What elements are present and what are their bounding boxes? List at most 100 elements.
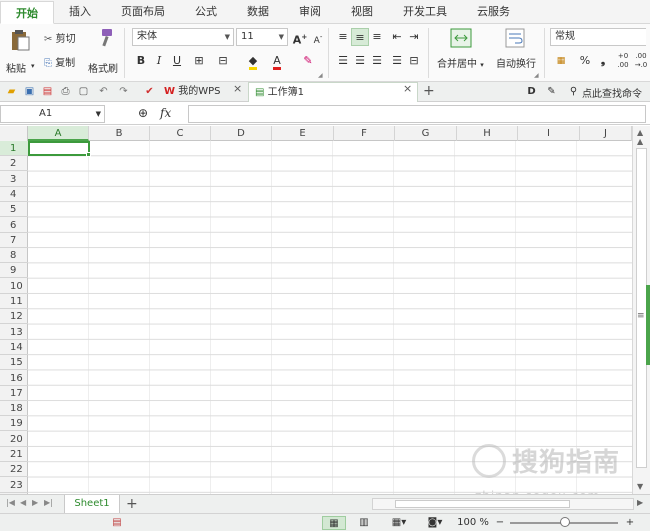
row-header[interactable]: 22: [0, 462, 28, 478]
scroll-down-icon[interactable]: ▼: [637, 482, 643, 491]
row-header[interactable]: 1: [0, 141, 28, 156]
row-header[interactable]: 23: [0, 478, 28, 493]
insert-function-button[interactable]: fx: [160, 106, 171, 120]
row-header[interactable]: 13: [0, 325, 28, 340]
row-header[interactable]: 16: [0, 371, 28, 386]
decrease-decimal-button[interactable]: .00 →.0: [632, 52, 650, 70]
tab-page-layout[interactable]: 页面布局: [106, 0, 180, 23]
tab-developer[interactable]: 开发工具: [388, 0, 462, 23]
column-header[interactable]: B: [89, 126, 150, 141]
column-header[interactable]: H: [457, 126, 518, 141]
row-header[interactable]: 4: [0, 187, 28, 202]
reading-mode-button[interactable]: ◙▾: [422, 516, 448, 530]
number-format-select[interactable]: 常规: [550, 28, 646, 46]
new-tab-button[interactable]: +: [423, 82, 435, 100]
sheet-tab-sheet1[interactable]: Sheet1: [64, 495, 120, 514]
print-preview-icon[interactable]: ▢: [76, 84, 91, 99]
prev-sheet-icon[interactable]: ◀: [20, 498, 26, 507]
tab-insert[interactable]: 插入: [54, 0, 106, 23]
decrease-indent-button[interactable]: ⇤: [388, 28, 406, 46]
fill-color-button[interactable]: ◆: [244, 52, 262, 70]
tab-workbook1[interactable]: ▤ 工作簿1: [248, 82, 418, 102]
underline-button[interactable]: U: [168, 52, 186, 70]
row-header[interactable]: 15: [0, 355, 28, 371]
row-header[interactable]: 18: [0, 401, 28, 417]
macro-record-icon[interactable]: ▤: [110, 516, 124, 530]
pin-icon[interactable]: ✔: [142, 84, 157, 99]
increase-decimal-button[interactable]: +0 .00: [614, 52, 632, 70]
percent-button[interactable]: %: [576, 52, 594, 70]
align-middle-button[interactable]: ≡: [351, 28, 369, 46]
row-header[interactable]: 9: [0, 263, 28, 279]
side-panel-handle[interactable]: [646, 285, 650, 365]
grow-font-button[interactable]: A+: [291, 28, 309, 47]
align-right-button[interactable]: ☰: [368, 52, 386, 70]
column-header[interactable]: A: [28, 126, 89, 141]
column-header[interactable]: E: [272, 126, 334, 141]
row-header[interactable]: 19: [0, 416, 28, 432]
print-icon[interactable]: ⎙: [58, 84, 73, 99]
zoom-in-button[interactable]: +: [624, 516, 636, 530]
last-sheet-icon[interactable]: ▶|: [44, 498, 53, 507]
bold-button[interactable]: B: [132, 52, 150, 70]
column-header[interactable]: G: [395, 126, 457, 141]
row-header[interactable]: 2: [0, 156, 28, 172]
column-header[interactable]: D: [211, 126, 272, 141]
distributed-button[interactable]: ⊟: [405, 52, 423, 70]
active-cell-a1[interactable]: [28, 141, 90, 156]
toolbar-toggle-icon[interactable]: ✎: [544, 84, 559, 99]
tab-review[interactable]: 审阅: [284, 0, 336, 23]
clear-format-button[interactable]: ✎: [299, 52, 317, 70]
row-header[interactable]: 20: [0, 432, 28, 447]
column-header[interactable]: J: [580, 126, 632, 141]
row-header[interactable]: 3: [0, 172, 28, 187]
scrollbar-thumb[interactable]: [395, 500, 570, 508]
normal-view-button[interactable]: ▦: [322, 516, 346, 530]
tab-data[interactable]: 数据: [232, 0, 284, 23]
paste-dropdown-icon[interactable]: ▾: [31, 62, 35, 70]
font-color-button[interactable]: A: [268, 52, 286, 70]
merge-center-button[interactable]: 合并居中 ▾: [437, 55, 484, 70]
font-dialog-launcher-icon[interactable]: ◢: [318, 72, 323, 79]
row-header[interactable]: 10: [0, 279, 28, 294]
zoom-search-icon[interactable]: ⊕: [138, 106, 148, 120]
scroll-up-icon[interactable]: ▲: [637, 137, 643, 146]
border-button[interactable]: ⊞: [190, 52, 208, 70]
row-header[interactable]: 6: [0, 218, 28, 233]
align-left-button[interactable]: ☰: [334, 52, 352, 70]
search-command-box[interactable]: 点此查找命令: [582, 85, 642, 100]
column-header[interactable]: I: [518, 126, 580, 141]
align-dialog-launcher-icon[interactable]: ◢: [534, 72, 539, 79]
scroll-up-icon[interactable]: ▲: [637, 128, 643, 137]
undo-icon[interactable]: ↶: [96, 84, 111, 99]
close-icon[interactable]: ×: [403, 82, 412, 95]
wrap-text-button[interactable]: 自动换行: [496, 55, 536, 70]
currency-button[interactable]: ▦: [552, 52, 570, 70]
tab-cloud-service[interactable]: 云服务: [462, 0, 525, 23]
row-header[interactable]: 5: [0, 202, 28, 218]
copy-button[interactable]: ⎘ 复制: [44, 54, 75, 69]
page-break-view-button[interactable]: ▥: [354, 516, 374, 530]
column-header[interactable]: C: [150, 126, 211, 141]
row-header[interactable]: 17: [0, 386, 28, 401]
zoom-slider-knob[interactable]: [560, 517, 570, 527]
align-bottom-button[interactable]: ≡: [368, 28, 386, 46]
column-header[interactable]: F: [334, 126, 395, 141]
d-mark-icon[interactable]: D: [524, 84, 539, 99]
name-box[interactable]: A1 ▼: [0, 105, 105, 123]
formula-input[interactable]: [188, 105, 646, 123]
cut-button[interactable]: ✂ 剪切: [44, 30, 76, 45]
paste-button[interactable]: [8, 28, 36, 58]
first-sheet-icon[interactable]: |◀: [6, 498, 15, 507]
open-folder-icon[interactable]: ▰: [4, 84, 19, 99]
align-center-button[interactable]: ☰: [351, 52, 369, 70]
zoom-level[interactable]: 100 %: [455, 516, 491, 530]
font-name-select[interactable]: 宋体 ▼: [132, 28, 234, 46]
format-painter-button[interactable]: [94, 28, 114, 50]
tab-formulas[interactable]: 公式: [180, 0, 232, 23]
justify-button[interactable]: ☰: [388, 52, 406, 70]
zoom-out-button[interactable]: −: [494, 516, 506, 530]
add-sheet-button[interactable]: +: [126, 495, 138, 513]
row-header[interactable]: 11: [0, 294, 28, 309]
page-layout-view-button[interactable]: ▦▾: [386, 516, 412, 530]
